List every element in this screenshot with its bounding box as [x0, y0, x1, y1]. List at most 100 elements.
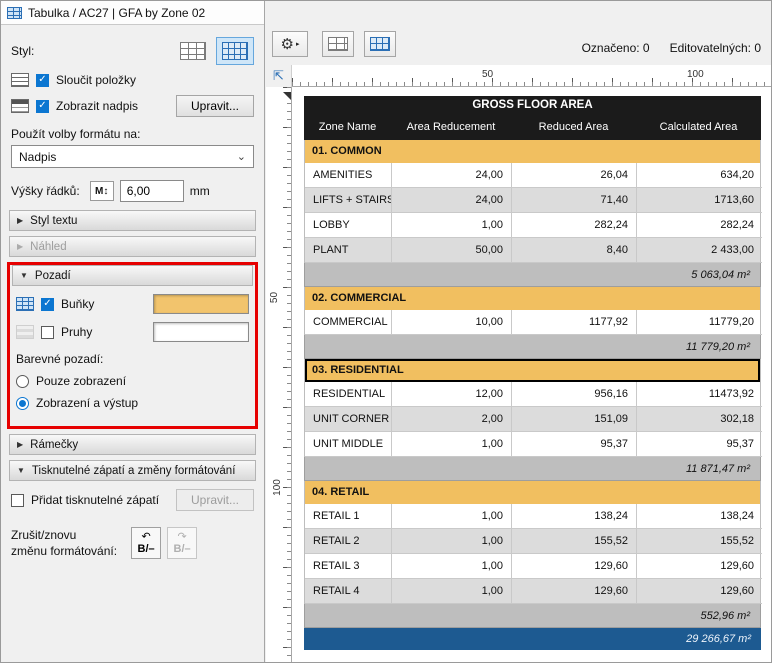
stripes-color-swatch[interactable]: [153, 322, 249, 342]
table-cell[interactable]: 138,24: [637, 504, 762, 529]
table-cell[interactable]: 129,60: [637, 579, 762, 604]
undo-format-button[interactable]: ↶ B/–: [131, 527, 162, 560]
section-background[interactable]: ▼ Pozadí: [12, 265, 253, 286]
style-option-1-button[interactable]: [174, 37, 212, 65]
table-cell[interactable]: UNIT CORNER: [305, 407, 392, 432]
column-header[interactable]: Reduced Area: [511, 115, 636, 140]
table-group-row[interactable]: 03. RESIDENTIAL: [304, 359, 761, 382]
table-group-row[interactable]: 01. COMMON: [304, 140, 761, 163]
table-subtotal-row[interactable]: 5 063,04 m²: [304, 263, 761, 287]
style-option-2-button[interactable]: [216, 37, 254, 65]
table-cell[interactable]: 12,00: [392, 382, 512, 407]
palette-titlebar[interactable]: Tabulka / AC27 | GFA by Zone 02: [1, 1, 264, 25]
table-cell[interactable]: 2,00: [392, 407, 512, 432]
table-data-row[interactable]: LOBBY 1,00 282,24 282,24: [304, 213, 762, 238]
table-group-row[interactable]: 02. COMMERCIAL: [304, 287, 761, 310]
table-cell[interactable]: 151,09: [512, 407, 637, 432]
edit-footer-button[interactable]: Upravit...: [175, 489, 254, 511]
table-cell[interactable]: RETAIL 2: [305, 529, 392, 554]
column-header[interactable]: Area Reducement: [391, 115, 511, 140]
column-header[interactable]: Zone Name: [304, 115, 391, 140]
ruler-origin-button[interactable]: ⇱: [266, 65, 292, 87]
column-header[interactable]: Calculated Area: [636, 115, 761, 140]
section-frames[interactable]: ▶ Rámečky: [9, 434, 256, 455]
table-tool-1-button[interactable]: [322, 31, 354, 57]
table-data-row[interactable]: RETAIL 1 1,00 138,24 138,24: [304, 504, 762, 529]
table-cell[interactable]: PLANT: [305, 238, 392, 263]
horizontal-ruler[interactable]: 50 100: [292, 65, 771, 87]
table-subtotal-row[interactable]: 11 779,20 m²: [304, 335, 761, 359]
show-header-checkbox[interactable]: ✓: [36, 99, 49, 113]
table-cell[interactable]: 11473,92: [637, 382, 762, 407]
display-output-radio[interactable]: [16, 396, 29, 410]
table-cell[interactable]: 24,00: [392, 188, 512, 213]
table-cell[interactable]: 1177,92: [512, 310, 637, 335]
table-cell[interactable]: RETAIL 3: [305, 554, 392, 579]
row-height-icon[interactable]: M↕: [89, 181, 114, 201]
table-cell[interactable]: 1,00: [392, 529, 512, 554]
table-cell[interactable]: 24,00: [392, 163, 512, 188]
table-data-row[interactable]: LIFTS + STAIRS 24,00 71,40 1713,60: [304, 188, 762, 213]
footer-checkbox[interactable]: [11, 493, 24, 507]
table-cell[interactable]: 71,40: [512, 188, 637, 213]
section-preview[interactable]: ▶ Náhled: [9, 236, 256, 257]
table-header-row[interactable]: Zone Name Area Reducement Reduced Area Calc…: [304, 115, 761, 140]
table-cell[interactable]: 282,24: [512, 213, 637, 238]
format-target-select[interactable]: Nadpis ⌄: [11, 145, 254, 168]
table-cell[interactable]: 2 433,00: [637, 238, 762, 263]
table-data-row[interactable]: UNIT CORNER 2,00 151,09 302,18: [304, 407, 762, 432]
table-data-row[interactable]: RESIDENTIAL 12,00 956,16 11473,92: [304, 382, 762, 407]
table-cell[interactable]: 155,52: [512, 529, 637, 554]
table-cell[interactable]: 1,00: [392, 554, 512, 579]
table-cell[interactable]: 302,18: [637, 407, 762, 432]
table-subtotal-row[interactable]: 552,96 m²: [304, 604, 761, 628]
table-data-row[interactable]: PLANT 50,00 8,40 2 433,00: [304, 238, 762, 263]
table-cell[interactable]: RESIDENTIAL: [305, 382, 392, 407]
table-total-row[interactable]: 29 266,67 m²: [304, 628, 761, 650]
table-cell[interactable]: COMMERCIAL: [305, 310, 392, 335]
table-cell[interactable]: 26,04: [512, 163, 637, 188]
table-cell[interactable]: 129,60: [512, 554, 637, 579]
table-cell[interactable]: LIFTS + STAIRS: [305, 188, 392, 213]
table-data-row[interactable]: RETAIL 3 1,00 129,60 129,60: [304, 554, 762, 579]
table-cell[interactable]: RETAIL 1: [305, 504, 392, 529]
table-cell[interactable]: UNIT MIDDLE: [305, 432, 392, 457]
table-cell[interactable]: 8,40: [512, 238, 637, 263]
table-cell[interactable]: 95,37: [637, 432, 762, 457]
table-cell[interactable]: 1,00: [392, 432, 512, 457]
table-cell[interactable]: RETAIL 4: [305, 579, 392, 604]
table-cell[interactable]: AMENITIES: [305, 163, 392, 188]
table-cell[interactable]: 282,24: [637, 213, 762, 238]
table-title-row[interactable]: GROSS FLOOR AREA: [304, 96, 761, 115]
table-cell[interactable]: 129,60: [512, 579, 637, 604]
table-data-row[interactable]: AMENITIES 24,00 26,04 634,20: [304, 163, 762, 188]
table-group-row[interactable]: 04. RETAIL: [304, 481, 761, 504]
merge-items-checkbox[interactable]: ✓: [36, 73, 49, 87]
section-footer[interactable]: ▼ Tisknutelné zápatí a změny formátování: [9, 460, 256, 481]
table-cell[interactable]: 129,60: [637, 554, 762, 579]
table-cell[interactable]: 634,20: [637, 163, 762, 188]
table-cell[interactable]: 50,00: [392, 238, 512, 263]
table-cell[interactable]: 11779,20: [637, 310, 762, 335]
cells-color-swatch[interactable]: [153, 294, 249, 314]
cells-bg-checkbox[interactable]: ✓: [41, 297, 54, 311]
display-only-radio[interactable]: [16, 374, 29, 388]
table-cell[interactable]: 138,24: [512, 504, 637, 529]
stripes-bg-checkbox[interactable]: [41, 325, 54, 339]
table-cell[interactable]: LOBBY: [305, 213, 392, 238]
table-cell[interactable]: 155,52: [637, 529, 762, 554]
table-cell[interactable]: 1,00: [392, 504, 512, 529]
table-data-row[interactable]: COMMERCIAL 10,00 1177,92 11779,20: [304, 310, 762, 335]
table-cell[interactable]: 1713,60: [637, 188, 762, 213]
edit-header-button[interactable]: Upravit...: [175, 95, 254, 117]
table-data-row[interactable]: RETAIL 2 1,00 155,52 155,52: [304, 529, 762, 554]
table-tool-2-button[interactable]: [364, 31, 396, 57]
table-data-row[interactable]: UNIT MIDDLE 1,00 95,37 95,37: [304, 432, 762, 457]
table-cell[interactable]: 1,00: [392, 579, 512, 604]
section-text-style[interactable]: ▶ Styl textu: [9, 210, 256, 231]
table-cell[interactable]: 95,37: [512, 432, 637, 457]
schedule-canvas[interactable]: GROSS FLOOR AREA Zone Name Area Reducement…: [292, 87, 771, 662]
table-subtotal-row[interactable]: 11 871,47 m²: [304, 457, 761, 481]
table-cell[interactable]: 956,16: [512, 382, 637, 407]
table-cell[interactable]: 10,00: [392, 310, 512, 335]
